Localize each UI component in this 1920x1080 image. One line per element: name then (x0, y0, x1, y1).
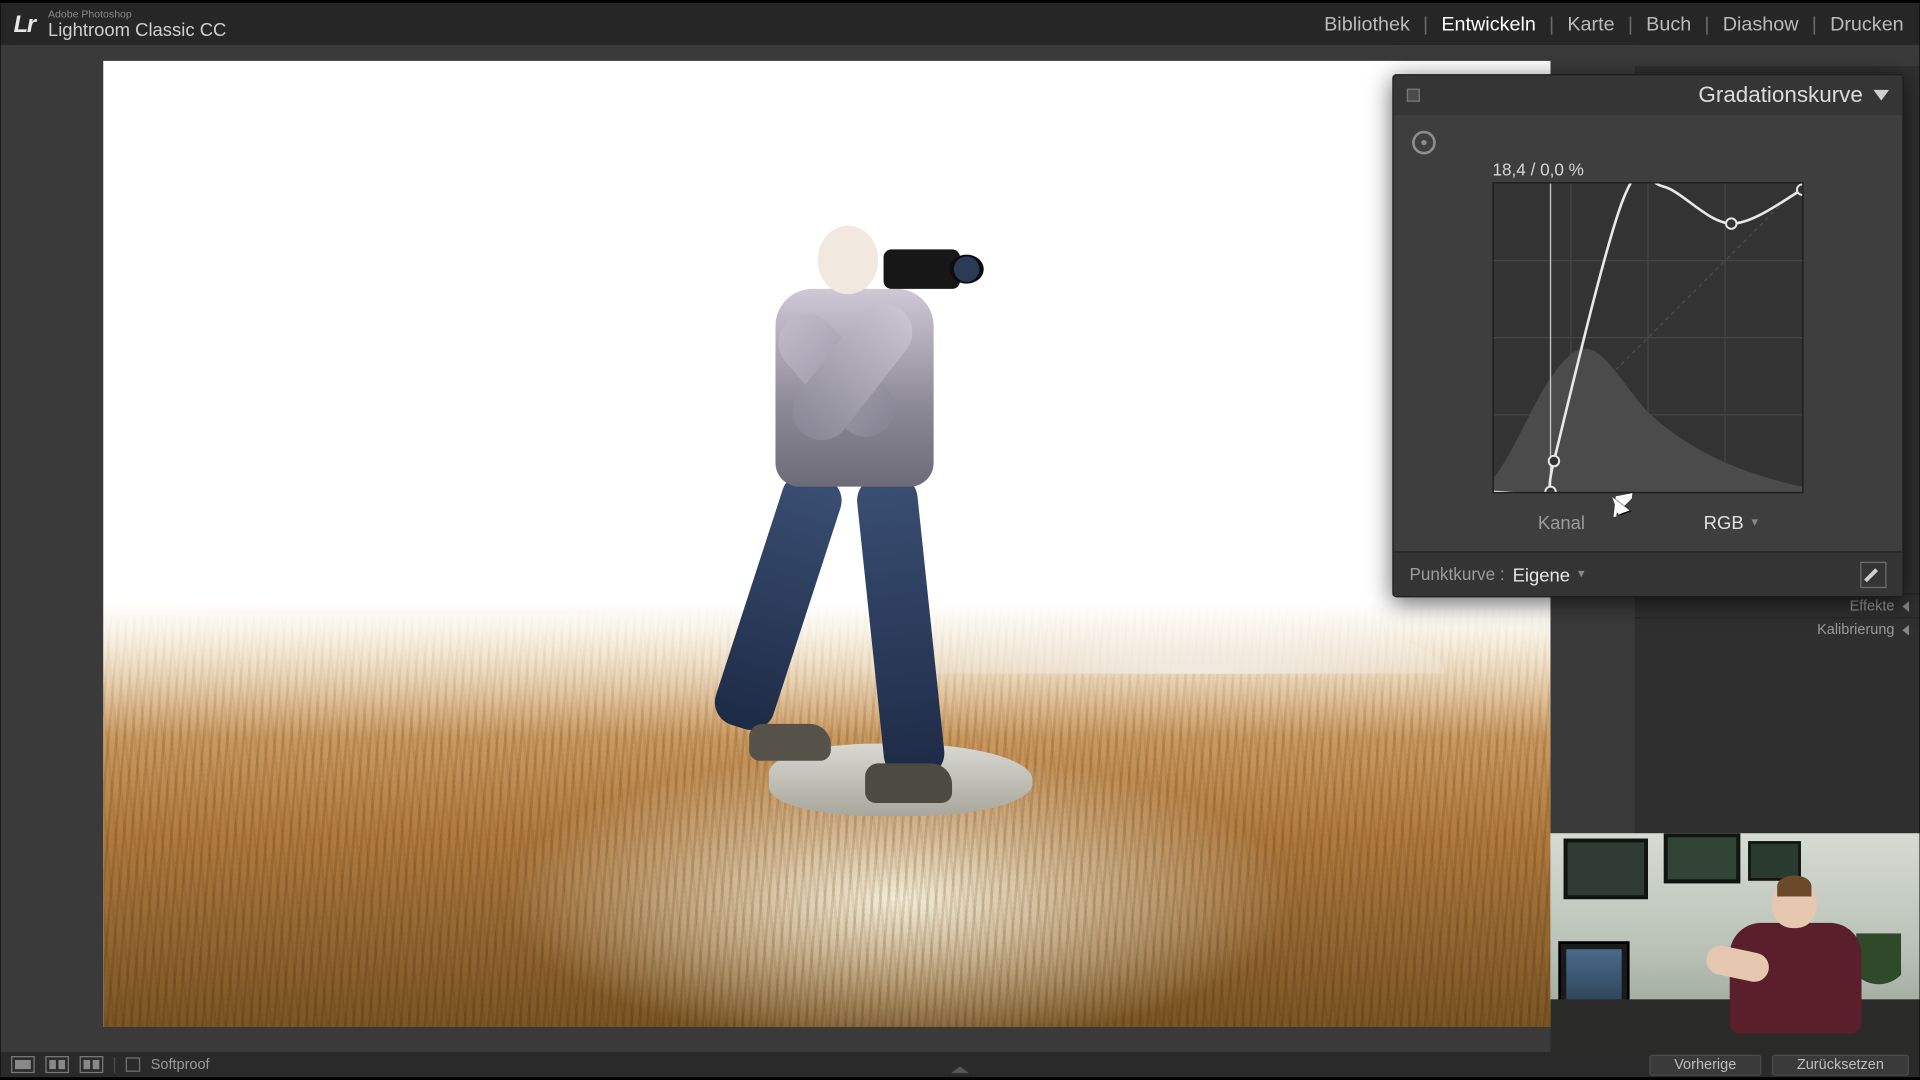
before-after-lr-icon[interactable] (45, 1056, 69, 1073)
chevron-left-icon (1902, 624, 1909, 635)
panel-header-calibration[interactable]: Kalibrierung (1635, 617, 1920, 641)
pointcurve-dropdown[interactable]: Eigene ▾ (1513, 564, 1585, 585)
module-tab-book[interactable]: Buch (1644, 10, 1694, 38)
panel-label: Effekte (1850, 598, 1895, 614)
curve-readout: 18,4 / 0,0 % (1492, 160, 1803, 180)
tone-curve-panel: Gradationskurve 18,4 / 0,0 % (1392, 74, 1903, 597)
channel-dropdown[interactable]: RGB ▾ (1704, 512, 1759, 533)
module-tab-slideshow[interactable]: Diashow (1720, 10, 1801, 38)
chevron-down-icon (1873, 90, 1889, 101)
channel-label: Kanal (1538, 512, 1585, 533)
chevron-left-icon (1902, 601, 1909, 612)
panel-toggle-icon[interactable] (1407, 89, 1420, 102)
softproof-label: Softproof (151, 1057, 210, 1073)
previous-button[interactable]: Vorherige (1649, 1054, 1761, 1075)
pointcurve-value: Eigene (1513, 564, 1570, 585)
bottom-panel-handle[interactable] (946, 1069, 975, 1078)
app-titlebar: Lr Adobe Photoshop Lightroom Classic CC … (0, 3, 1919, 45)
loupe-view-icon[interactable] (11, 1056, 35, 1073)
before-after-split-icon[interactable] (80, 1056, 104, 1073)
photo-preview[interactable] (103, 61, 1550, 1027)
module-tab-print[interactable]: Drucken (1827, 10, 1906, 38)
pointcurve-label: Punktkurve : (1409, 564, 1504, 584)
module-tab-library[interactable]: Bibliothek (1321, 10, 1412, 38)
dropdown-caret-icon: ▾ (1752, 515, 1759, 529)
channel-value: RGB (1704, 512, 1744, 533)
tone-curve-graph[interactable] (1492, 182, 1803, 493)
lr-glyph: Lr (14, 10, 35, 38)
targeted-adjustment-icon[interactable] (1412, 131, 1436, 155)
module-tab-map[interactable]: Karte (1565, 10, 1618, 38)
edit-point-curve-icon[interactable] (1860, 561, 1886, 587)
tone-curve-header[interactable]: Gradationskurve (1394, 75, 1903, 115)
softproof-checkbox[interactable] (126, 1057, 140, 1071)
app-logo: Lr Adobe Photoshop Lightroom Classic CC (14, 10, 227, 39)
module-switcher: Bibliothek| Entwickeln| Karte| Buch| Dia… (1321, 10, 1906, 38)
reset-button[interactable]: Zurücksetzen (1772, 1054, 1909, 1075)
app-name: Lightroom Classic CC (48, 20, 226, 38)
panel-label: Kalibrierung (1817, 622, 1894, 638)
webcam-overlay (1550, 833, 1919, 1052)
tone-curve-title: Gradationskurve (1698, 82, 1862, 108)
module-tab-develop[interactable]: Entwickeln (1439, 10, 1539, 38)
dropdown-caret-icon: ▾ (1578, 567, 1585, 581)
